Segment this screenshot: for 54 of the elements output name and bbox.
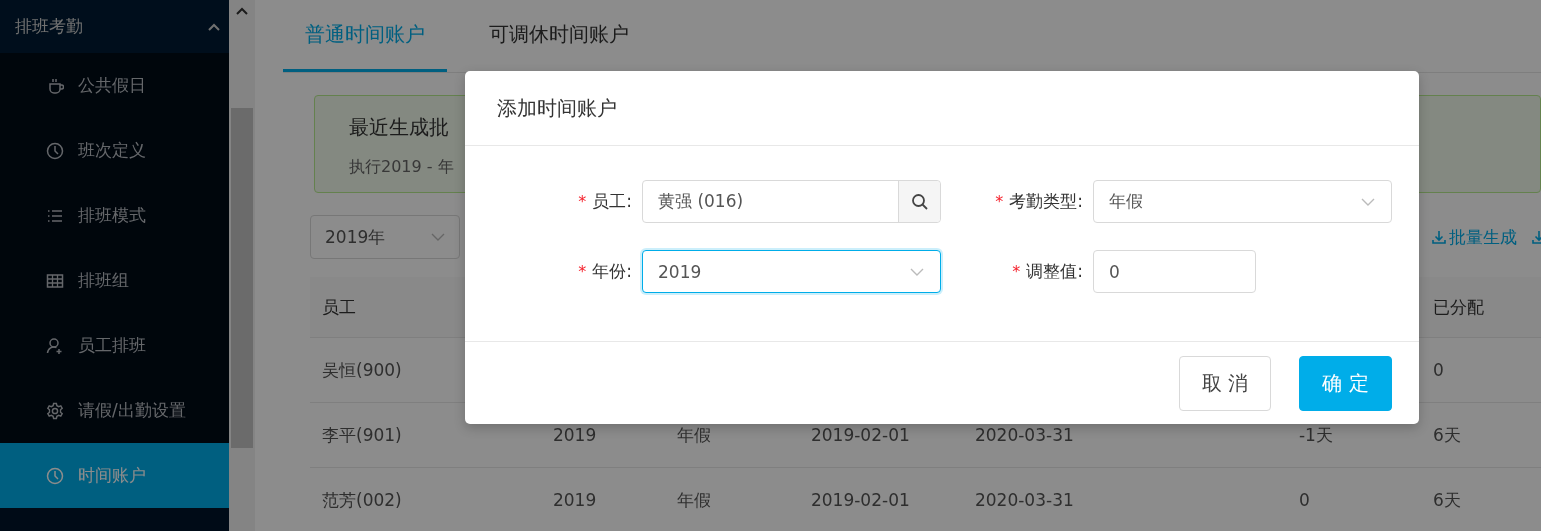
table-cell: 2019 bbox=[540, 467, 665, 531]
table-cell: 范芳(002) bbox=[310, 467, 541, 531]
dialog-title: 添加时间账户 bbox=[497, 94, 617, 122]
user-plus-icon bbox=[46, 336, 64, 355]
input-field[interactable]: 0 bbox=[1093, 250, 1256, 293]
field-label: 调整值: bbox=[1026, 260, 1083, 283]
clock-icon bbox=[46, 141, 64, 160]
year-select[interactable]: 2019年 bbox=[310, 215, 460, 259]
required-mark: * bbox=[1012, 262, 1021, 281]
alert-title: 最近生成批 bbox=[349, 114, 450, 141]
scrollbar-thumb[interactable] bbox=[231, 108, 253, 448]
sidebar-item[interactable]: 排班组 bbox=[0, 248, 229, 313]
select-field[interactable]: 2019 bbox=[642, 250, 941, 293]
sidebar-item[interactable]: 时间账户 bbox=[0, 443, 229, 508]
required-mark: * bbox=[995, 192, 1004, 211]
table-cell: 2020-03-31 bbox=[962, 467, 1287, 531]
confirm-button[interactable]: 确 定 bbox=[1299, 356, 1392, 411]
table-cell: 6天 bbox=[1420, 467, 1541, 531]
cup-icon bbox=[46, 76, 64, 95]
field-label: 考勤类型: bbox=[1009, 190, 1083, 213]
gear-icon bbox=[46, 401, 64, 420]
alert-text: 执行2019 - 年 bbox=[349, 157, 455, 178]
menu-group-header[interactable]: 排班考勤 bbox=[0, 0, 229, 53]
grid-icon bbox=[46, 271, 64, 290]
select-field[interactable]: 年假 bbox=[1093, 180, 1392, 223]
tab[interactable]: 可调休时间账户 bbox=[467, 0, 651, 72]
table-cell: 0 bbox=[1286, 467, 1421, 531]
cancel-button[interactable]: 取 消 bbox=[1179, 356, 1271, 411]
tab[interactable]: 普通时间账户 bbox=[283, 0, 447, 72]
caret-icon bbox=[207, 21, 221, 32]
table-cell: 年假 bbox=[664, 467, 799, 531]
sidebar-item[interactable]: 请假/出勤设置 bbox=[0, 378, 229, 443]
sidebar-item[interactable]: 员工排班 bbox=[0, 313, 229, 378]
sidebar-item[interactable]: 排班模式 bbox=[0, 183, 229, 248]
chevron-down-icon bbox=[1361, 196, 1375, 207]
field-label: 员工: bbox=[592, 190, 632, 213]
batch-generate-link[interactable]: 批量生成 bbox=[1431, 225, 1517, 249]
search-button[interactable] bbox=[898, 181, 940, 222]
clock-icon bbox=[46, 466, 64, 485]
table-cell: 2019-02-01 bbox=[798, 467, 963, 531]
chevron-down-icon bbox=[910, 266, 924, 277]
chevron-down-icon bbox=[431, 232, 445, 242]
table-cell: 0 bbox=[1420, 337, 1541, 403]
search-icon bbox=[910, 192, 929, 211]
sidebar-item[interactable]: 班次定义 bbox=[0, 118, 229, 183]
sidebar-item[interactable]: 公共假日 bbox=[0, 53, 229, 118]
employee-field[interactable]: 黄强 (016) bbox=[642, 180, 941, 223]
required-mark: * bbox=[578, 262, 587, 281]
table-cell: 6天 bbox=[1420, 402, 1541, 468]
field-label: 年份: bbox=[592, 260, 632, 283]
scroll-up-icon[interactable] bbox=[235, 6, 249, 16]
scrollbar[interactable] bbox=[229, 0, 255, 531]
required-mark: * bbox=[578, 192, 587, 211]
download-icon bbox=[1431, 229, 1447, 245]
